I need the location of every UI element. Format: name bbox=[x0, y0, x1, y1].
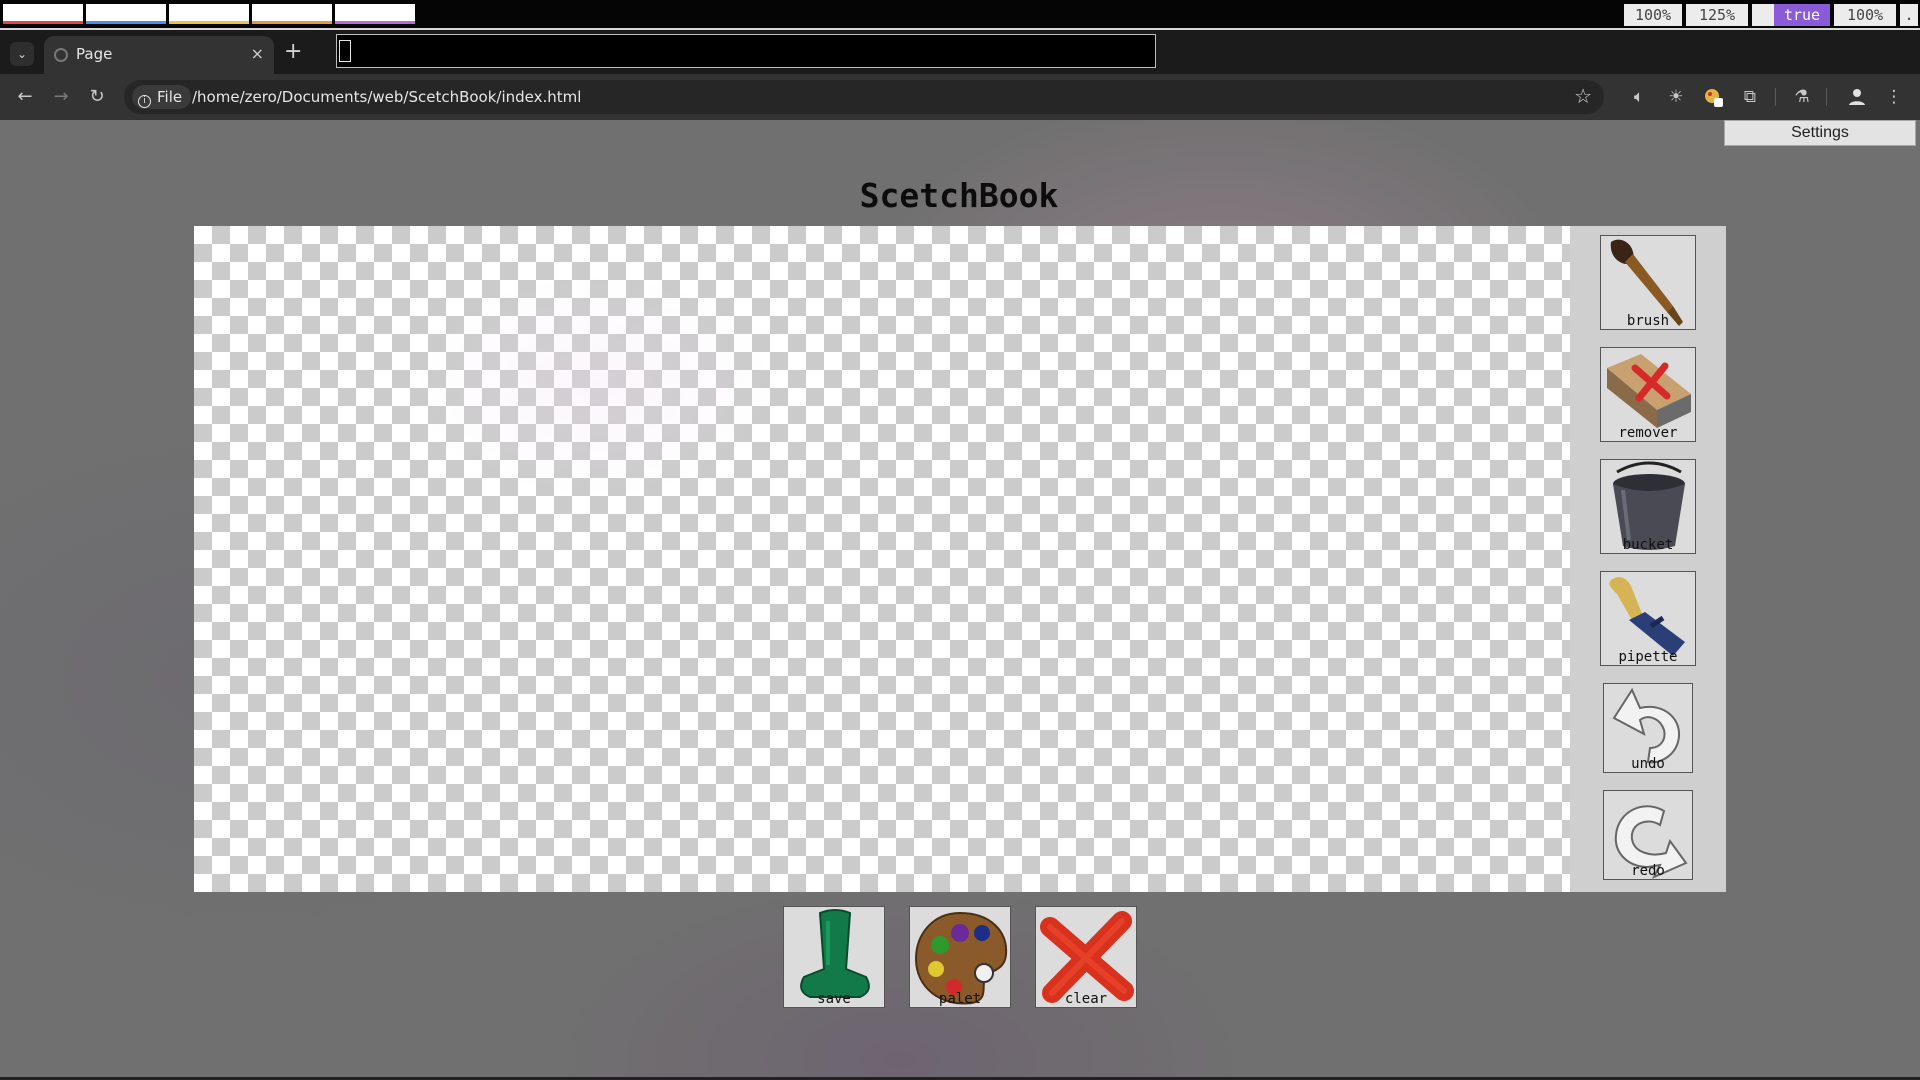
extension-badge-icon[interactable] bbox=[1702, 85, 1726, 109]
speaker-icon[interactable]: 🔈︎ bbox=[1627, 85, 1651, 109]
tab-strip: ⌄ Page × + bbox=[0, 30, 1920, 74]
status-more: . bbox=[1900, 4, 1918, 26]
status-scale: 125% bbox=[1686, 4, 1748, 26]
forward-arrow-icon[interactable]: → bbox=[48, 84, 74, 110]
redo-tool-button[interactable]: redo bbox=[1603, 790, 1693, 880]
save-label: save bbox=[817, 991, 851, 1007]
reload-icon[interactable]: ↻ bbox=[84, 84, 110, 110]
workspace-3[interactable] bbox=[169, 4, 249, 24]
palette-label: palet bbox=[938, 991, 982, 1007]
page-viewport: Settings ScetchBook brush remover bucket… bbox=[0, 120, 1920, 1077]
bucket-tool-button[interactable]: bucket bbox=[1600, 459, 1696, 554]
workspace-2[interactable] bbox=[86, 4, 166, 24]
palette-button[interactable]: palet bbox=[909, 906, 1011, 1008]
scheme-label: File bbox=[157, 88, 183, 106]
tab-search-chevron-icon[interactable]: ⌄ bbox=[10, 42, 34, 66]
sketch-frame: brush remover bucket pipette undo redo bbox=[194, 226, 1726, 892]
settings-button[interactable]: Settings bbox=[1724, 120, 1916, 146]
bucket-label: bucket bbox=[1622, 537, 1674, 553]
workspace-4[interactable] bbox=[252, 4, 332, 24]
redo-label: redo bbox=[1631, 863, 1665, 879]
clear-button[interactable]: clear bbox=[1035, 906, 1137, 1008]
undo-label: undo bbox=[1631, 756, 1665, 772]
workspace-1[interactable] bbox=[3, 4, 83, 24]
remover-tool-button[interactable]: remover bbox=[1600, 347, 1696, 442]
brush-tool-button[interactable]: brush bbox=[1600, 235, 1696, 330]
back-arrow-icon[interactable]: ← bbox=[12, 84, 38, 110]
tab-page[interactable]: Page × bbox=[44, 36, 274, 74]
address-bar[interactable]: i File /home/zero/Documents/web/ScetchBoo… bbox=[124, 80, 1604, 114]
info-icon: i bbox=[138, 95, 151, 108]
brightness-icon[interactable]: ☀︎ bbox=[1664, 85, 1688, 109]
site-info-chip[interactable]: i File bbox=[132, 85, 192, 109]
kebab-menu-icon[interactable]: ⋮ bbox=[1882, 85, 1906, 109]
browser-toolbar: ← → ↻ i File /home/zero/Documents/web/Sce… bbox=[0, 74, 1920, 120]
close-icon[interactable]: × bbox=[251, 44, 264, 63]
puzzle-extensions-icon[interactable]: ⧉ bbox=[1738, 85, 1762, 109]
tab-title: Page bbox=[76, 45, 113, 63]
status-flag: true bbox=[1774, 4, 1830, 26]
remover-label: remover bbox=[1618, 425, 1678, 441]
status-zoom: 100% bbox=[1624, 4, 1682, 26]
browser-chrome: ⌄ Page × + ← → ↻ i File /home/zero/Docume… bbox=[0, 30, 1920, 120]
url-text[interactable]: /home/zero/Documents/web/ScetchBook/inde… bbox=[192, 88, 581, 106]
bookmark-star-icon[interactable]: ☆ bbox=[1574, 84, 1592, 108]
status-volume: 100% bbox=[1834, 4, 1896, 26]
flask-labs-icon[interactable]: ⚗︎ bbox=[1790, 85, 1814, 109]
drawing-canvas[interactable] bbox=[194, 226, 1570, 892]
text-caret bbox=[339, 40, 351, 62]
system-top-bar: 100% 125% true 100% . bbox=[0, 0, 1920, 28]
brush-label: brush bbox=[1626, 313, 1670, 329]
undo-tool-button[interactable]: undo bbox=[1603, 683, 1693, 773]
pipette-tool-button[interactable]: pipette bbox=[1600, 571, 1696, 666]
toolbar-separator bbox=[1826, 88, 1827, 106]
profile-avatar-icon[interactable] bbox=[1845, 85, 1869, 109]
text-overlay-box[interactable] bbox=[336, 34, 1156, 68]
page-title: ScetchBook bbox=[859, 176, 1059, 215]
pipette-label: pipette bbox=[1618, 649, 1678, 665]
globe-icon bbox=[54, 48, 68, 62]
status-blank bbox=[1752, 4, 1774, 26]
save-button[interactable]: save bbox=[783, 906, 885, 1008]
workspace-5[interactable] bbox=[335, 4, 415, 24]
new-tab-plus-icon[interactable]: + bbox=[284, 39, 302, 64]
clear-label: clear bbox=[1064, 991, 1108, 1007]
toolbar-separator bbox=[1775, 88, 1776, 106]
